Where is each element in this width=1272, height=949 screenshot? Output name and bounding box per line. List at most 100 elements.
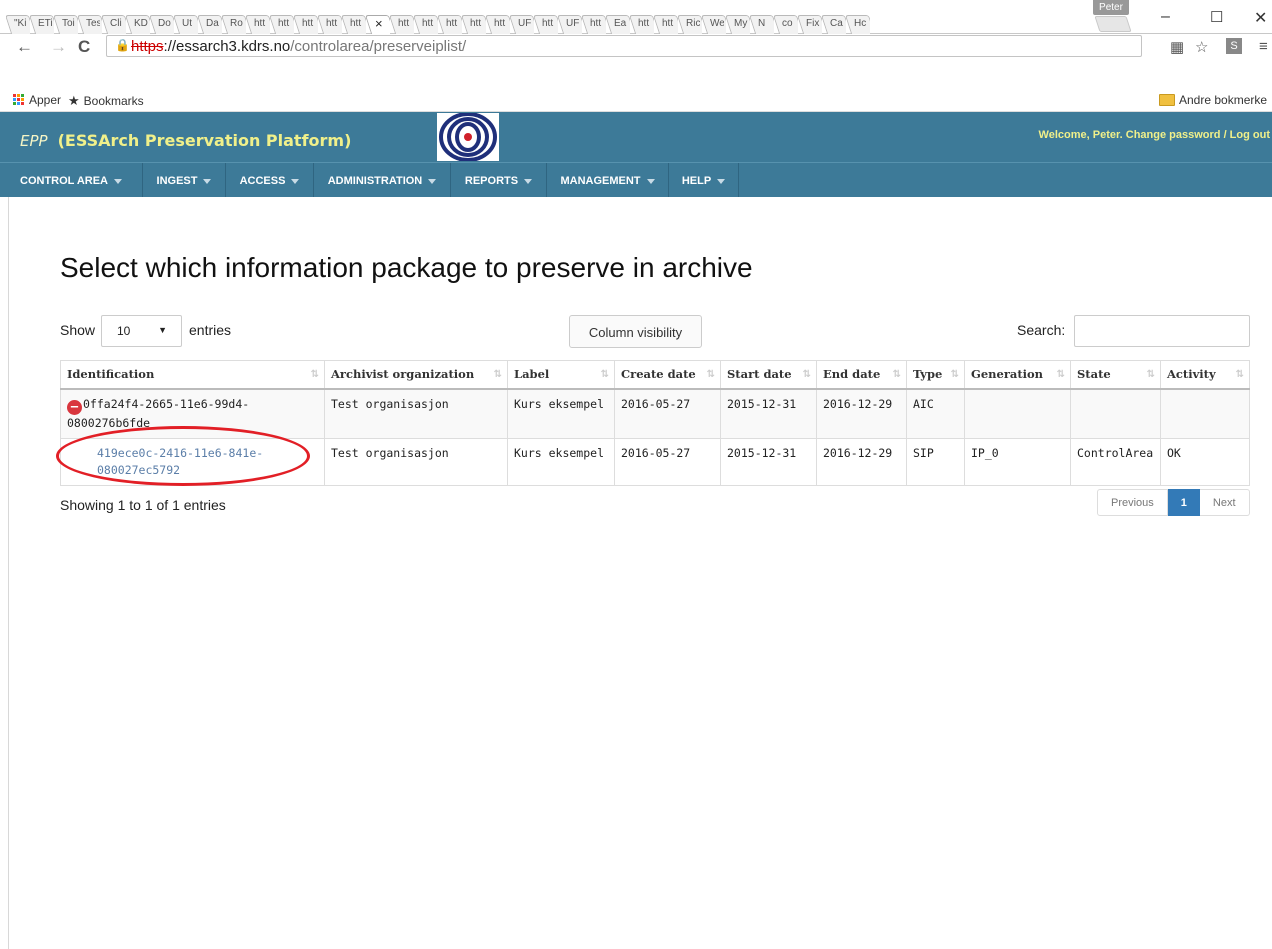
browser-tab[interactable]: Da [198, 10, 222, 34]
page-1-button[interactable]: 1 [1167, 489, 1200, 516]
column-header-start-date[interactable]: Start date ⇅ [720, 360, 817, 390]
column-header-state[interactable]: State ⇅ [1070, 360, 1161, 390]
menu-control-area[interactable]: CONTROL AREA [0, 163, 143, 197]
menu-administration[interactable]: ADMINISTRATION [314, 163, 451, 197]
browser-tab[interactable]: htt [318, 10, 342, 34]
browser-tab[interactable]: Ric [678, 10, 702, 34]
close-window-icon[interactable]: ✕ [1254, 8, 1267, 28]
profile-button[interactable]: Peter [1093, 0, 1129, 15]
browser-tab[interactable]: htt [294, 10, 318, 34]
bookmark-bookmarks[interactable]: ★ Bookmarks [68, 93, 144, 109]
menu-help[interactable]: HELP [669, 163, 739, 197]
browser-tab[interactable]: N [750, 10, 774, 34]
table-row: –0ffa24f4-2665-11e6-99d4- 0800276b6fde Te… [60, 388, 1250, 439]
tab-title: Tes [86, 18, 100, 29]
column-header-archivist-organization[interactable]: Archivist organization ⇅ [324, 360, 508, 390]
menu-reports[interactable]: REPORTS [451, 163, 547, 197]
tab-title: htt [662, 18, 674, 29]
browser-tab[interactable]: KD [126, 10, 150, 34]
browser-tab[interactable]: UF [510, 10, 534, 34]
tab-title: Da [206, 18, 219, 29]
browser-tab[interactable]: "Ki [6, 10, 30, 34]
sort-icon: ⇅ [310, 369, 319, 380]
column-header-label[interactable]: Label ⇅ [507, 360, 615, 390]
browser-tab[interactable]: htt [486, 10, 510, 34]
chrome-menu-icon[interactable]: ≡ [1259, 38, 1268, 55]
cell-create-date: 2016-05-27 [614, 437, 721, 486]
column-header-end-date[interactable]: End date ⇅ [816, 360, 907, 390]
column-header-create-date[interactable]: Create date ⇅ [614, 360, 721, 390]
browser-tab[interactable]: htt [582, 10, 606, 34]
browser-tab[interactable]: Ro [222, 10, 246, 34]
column-header-activity[interactable]: Activity ⇅ [1160, 360, 1250, 390]
tab-title: Ro [230, 18, 243, 29]
tab-title: × [375, 16, 383, 31]
browser-tab[interactable]: htt [414, 10, 438, 34]
browser-tab[interactable]: htt [438, 10, 462, 34]
welcome-text[interactable]: Welcome, Peter. Change password / Log ou… [1039, 129, 1270, 141]
browser-tab[interactable]: htt [246, 10, 270, 34]
browser-tab[interactable]: Ea [606, 10, 630, 34]
browser-tab[interactable]: Cli [102, 10, 126, 34]
tab-title: htt [446, 18, 458, 29]
browser-tab[interactable]: Do [150, 10, 174, 34]
previous-page-button[interactable]: Previous [1097, 489, 1168, 516]
minimize-icon[interactable]: – [1161, 8, 1170, 26]
browser-tab[interactable]: htt [390, 10, 414, 34]
cell-label: Kurs eksempel [507, 437, 615, 486]
browser-tab[interactable]: Ut [174, 10, 198, 34]
next-page-button[interactable]: Next [1199, 489, 1250, 516]
remove-icon[interactable]: – [67, 399, 82, 415]
browser-tab[interactable]: Hc [846, 10, 870, 34]
table-row: 419ece0c-2416-11e6-841e- 080027ec5792 Tes… [60, 437, 1250, 486]
browser-tab-active[interactable]: × [366, 10, 390, 34]
sort-icon: ⇅ [802, 369, 811, 380]
menu-ingest[interactable]: INGEST [143, 163, 226, 197]
app-header: EPP (ESSArch Preservation Platform) Welco… [0, 112, 1272, 162]
forward-icon[interactable]: → [50, 37, 67, 57]
menu-access[interactable]: ACCESS [226, 163, 314, 197]
browser-tab[interactable]: co [774, 10, 798, 34]
new-tab-button[interactable] [1094, 16, 1132, 32]
bookmark-apps[interactable]: Apper [13, 93, 61, 107]
sort-icon: ⇅ [1235, 369, 1244, 380]
address-bar[interactable]: 🔒 https://essarch3.kdrs.no/controlarea/p… [106, 35, 1142, 57]
browser-tab[interactable]: htt [342, 10, 366, 34]
browser-tab[interactable]: htt [462, 10, 486, 34]
browser-tab[interactable]: My [726, 10, 750, 34]
maximize-icon[interactable]: ☐ [1210, 8, 1223, 26]
tab-title: Fix [806, 18, 820, 29]
tab-title: htt [542, 18, 554, 29]
column-header-type[interactable]: Type ⇅ [906, 360, 965, 390]
reload-icon[interactable]: C [78, 37, 90, 57]
browser-tab[interactable]: We [702, 10, 726, 34]
app-brand[interactable]: EPP (ESSArch Preservation Platform) [20, 131, 351, 150]
browser-tab[interactable]: Toi [54, 10, 78, 34]
menu-management[interactable]: MANAGEMENT [547, 163, 669, 197]
page-length-select[interactable]: 10 ▼ [101, 315, 182, 347]
dropdown-arrow-icon: ▼ [158, 325, 167, 335]
browser-toolbar: ← → C 🔒 https://essarch3.kdrs.no/control… [0, 34, 1272, 60]
browser-tab[interactable]: Tes [78, 10, 102, 34]
browser-tab[interactable]: ETi [30, 10, 54, 34]
extension-icon[interactable]: S [1226, 38, 1242, 54]
tab-title: ETi [38, 18, 52, 29]
column-header-identification[interactable]: Identification ⇅ [60, 360, 325, 390]
package-link[interactable]: 419ece0c-2416-11e6-841e- 080027ec5792 [67, 445, 263, 479]
browser-tab[interactable]: Fix [798, 10, 822, 34]
back-icon[interactable]: ← [16, 37, 33, 57]
search-input[interactable] [1074, 315, 1250, 347]
bookmark-other[interactable]: Andre bokmerke [1159, 93, 1267, 107]
column-visibility-button[interactable]: Column visibility [569, 315, 702, 348]
browser-tab[interactable]: UF [558, 10, 582, 34]
browser-tab[interactable]: Ca [822, 10, 846, 34]
tab-title: htt [398, 18, 410, 29]
bookmark-star-icon[interactable]: ☆ [1195, 38, 1208, 56]
browser-tab[interactable]: htt [654, 10, 678, 34]
browser-tab[interactable]: htt [534, 10, 558, 34]
browser-tab[interactable]: htt [270, 10, 294, 34]
column-header-generation[interactable]: Generation ⇅ [964, 360, 1071, 390]
tab-title: Toi [62, 18, 75, 29]
translate-icon[interactable]: ▦ [1170, 38, 1184, 56]
browser-tab[interactable]: htt [630, 10, 654, 34]
